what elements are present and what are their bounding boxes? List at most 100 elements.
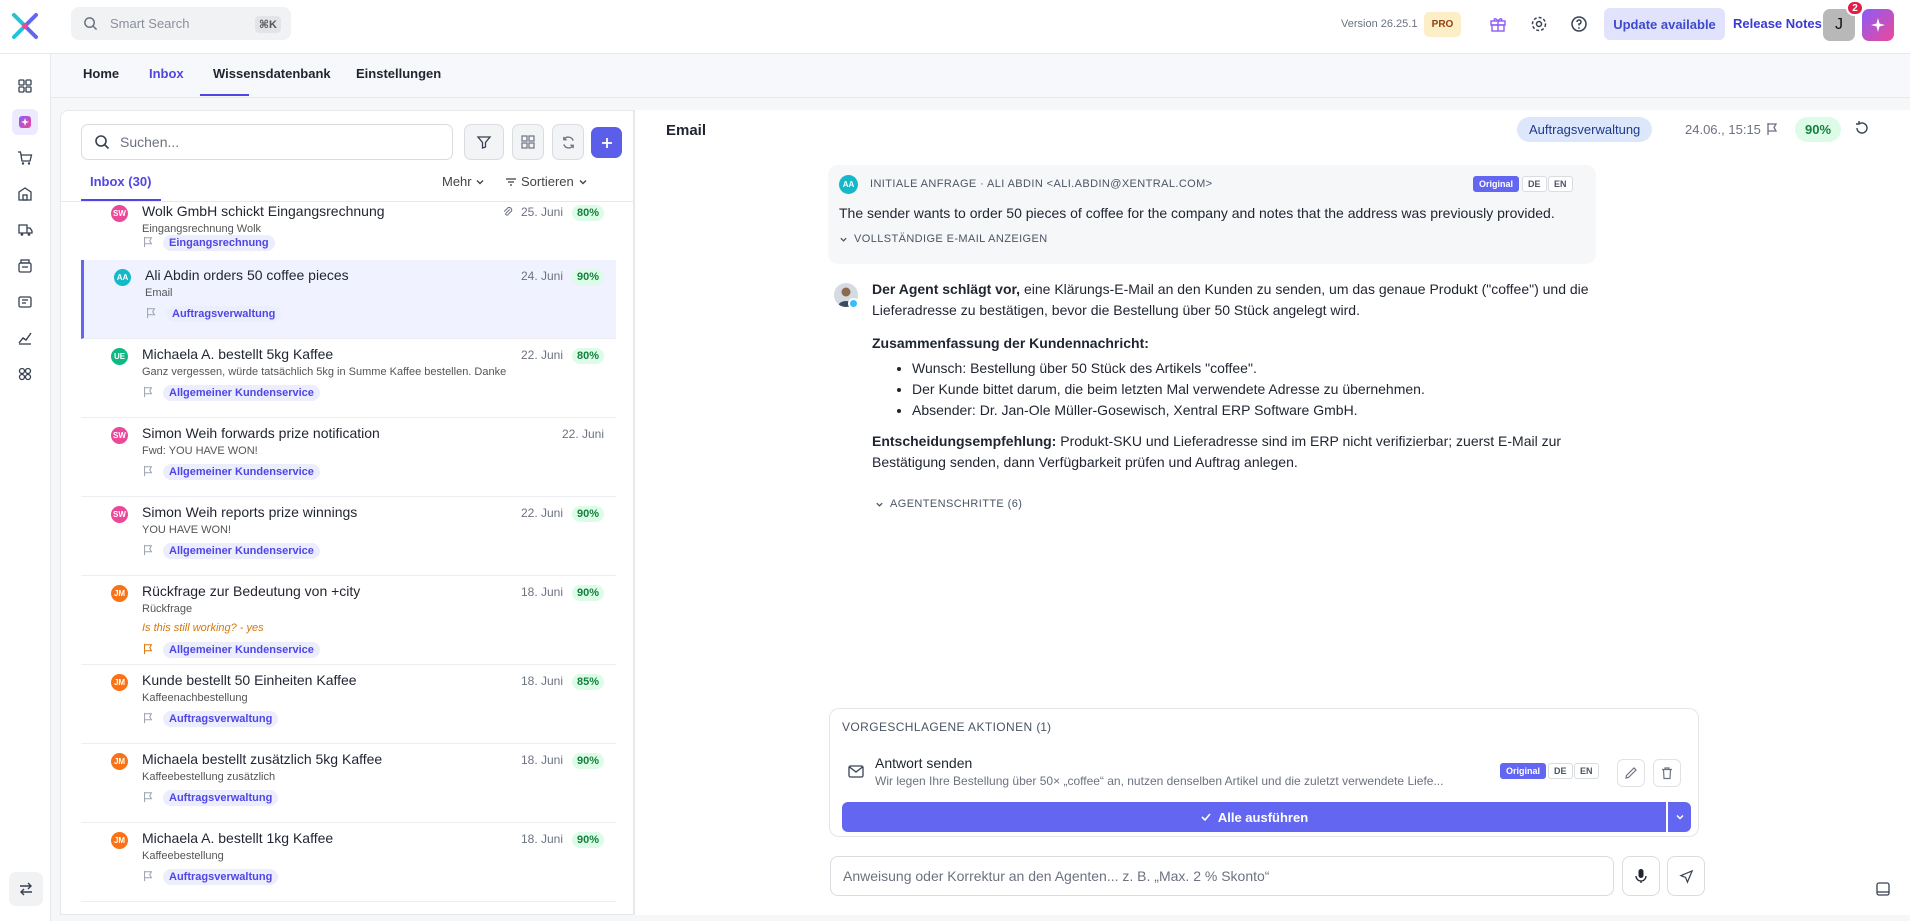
flag-icon[interactable] xyxy=(145,307,157,319)
update-available-button[interactable]: Update available xyxy=(1604,8,1725,40)
flag-icon[interactable] xyxy=(142,236,154,248)
status-badge: Auftragsverwaltung xyxy=(166,306,282,322)
panel-toggle-button[interactable] xyxy=(1868,874,1898,904)
category-tag[interactable]: Auftragsverwaltung xyxy=(1517,117,1653,142)
flag-icon[interactable] xyxy=(142,870,154,882)
show-full-email-label: VOLLSTÄNDIGE E-MAIL ANZEIGEN xyxy=(854,233,1048,245)
analytics-icon[interactable] xyxy=(12,325,38,351)
reset-icon[interactable] xyxy=(1854,120,1870,136)
item-subtitle: Fwd: YOU HAVE WON! xyxy=(142,445,258,457)
microphone-button[interactable] xyxy=(1622,856,1660,896)
list-item[interactable]: JM Rückfrage zur Bedeutung von +city 18. J… xyxy=(81,576,616,665)
list-item[interactable]: AA Ali Abdin orders 50 coffee pieces 24. J… xyxy=(81,260,616,339)
dashboard-icon[interactable] xyxy=(12,73,38,99)
avatar: UE xyxy=(111,348,128,365)
lang-en-button[interactable]: EN xyxy=(1548,176,1573,192)
filter-button[interactable] xyxy=(464,124,504,160)
gift-icon[interactable] xyxy=(1487,13,1509,35)
lang-de-button[interactable]: DE xyxy=(1522,176,1547,192)
suggested-actions-count: (1) xyxy=(1036,720,1051,734)
smart-search[interactable]: Smart Search ⌘K xyxy=(71,7,291,40)
item-title: Wolk GmbH schickt Eingangsrechnung xyxy=(142,203,385,219)
status-badge: Auftragsverwaltung xyxy=(163,790,279,806)
add-button[interactable] xyxy=(591,127,622,158)
agent-instruction-input[interactable]: Anweisung oder Korrektur an den Agenten.… xyxy=(830,856,1614,896)
gear-icon[interactable] xyxy=(1528,13,1550,35)
item-title: Simon Weih forwards prize notification xyxy=(142,425,380,441)
grid-view-button[interactable] xyxy=(512,124,544,160)
item-date: 18. Juni xyxy=(520,585,563,599)
tab-inbox[interactable]: Inbox xyxy=(149,66,184,81)
avatar: JM xyxy=(111,753,128,770)
edit-action-button[interactable] xyxy=(1617,759,1645,787)
flag-icon[interactable] xyxy=(142,712,154,724)
confidence-badge: 90% xyxy=(1795,117,1842,142)
lang-original-button[interactable]: Original xyxy=(1500,763,1547,779)
flag-icon[interactable] xyxy=(142,544,154,556)
flag-icon[interactable] xyxy=(142,643,154,655)
agent-steps-toggle[interactable]: AGENTENSCHRITTE (6) xyxy=(875,498,1022,510)
lang-de-button[interactable]: DE xyxy=(1548,763,1573,779)
main-nav: Home Inbox Wissensdatenbank Einstellunge… xyxy=(51,54,1910,98)
refresh-button[interactable] xyxy=(552,124,584,160)
item-title: Kunde bestellt 50 Einheiten Kaffee xyxy=(142,672,357,688)
lang-en-button[interactable]: EN xyxy=(1574,763,1599,779)
flag-icon[interactable] xyxy=(142,465,154,477)
release-notes-link[interactable]: Release Notes xyxy=(1733,16,1822,31)
list-item[interactable]: SW Simon Weih forwards prize notification… xyxy=(81,418,616,497)
flag-icon[interactable] xyxy=(142,386,154,398)
item-title: Rückfrage zur Bedeutung von +city xyxy=(142,583,361,599)
email-detail-pane: Email Auftragsverwaltung 24.06., 15:15 9… xyxy=(634,110,1910,915)
list-item[interactable]: UE Michaela A. bestellt 5kg Kaffee 22. Jun… xyxy=(81,339,616,418)
avatar: AA xyxy=(839,175,858,194)
paperclip-icon xyxy=(502,206,514,218)
suggested-actions-title: VORGESCHLAGENE AKTIONEN xyxy=(842,720,1033,734)
panel-icon xyxy=(1876,882,1890,896)
grid-icon xyxy=(521,135,535,149)
ai-assistant-button[interactable] xyxy=(1862,9,1894,41)
pos-icon[interactable] xyxy=(12,253,38,279)
list-item: Wunsch: Bestellung über 50 Stück des Art… xyxy=(912,358,1612,379)
list-item[interactable]: JM Michaela bestellt zusätzlich 5kg Kaffe… xyxy=(81,744,616,823)
more-dropdown[interactable]: Mehr xyxy=(442,174,485,189)
item-title: Michaela A. bestellt 1kg Kaffee xyxy=(142,830,334,846)
inbox-agent-icon[interactable] xyxy=(12,109,38,135)
app-logo[interactable] xyxy=(8,9,42,43)
item-subtitle: Kaffeebestellung zusätzlich xyxy=(142,771,276,783)
apps-icon[interactable] xyxy=(12,361,38,387)
inbox-search-input[interactable]: Suchen... xyxy=(81,124,453,160)
item-date: 18. Juni xyxy=(520,832,563,846)
cart-icon[interactable] xyxy=(12,145,38,171)
status-badge: Eingangsrechnung xyxy=(163,235,275,251)
tab-home[interactable]: Home xyxy=(83,66,119,81)
sort-dropdown[interactable]: Sortieren xyxy=(505,174,588,189)
list-item[interactable]: SW Wolk GmbH schickt Eingangsrechnung 25. … xyxy=(81,202,616,268)
show-full-email-toggle[interactable]: VOLLSTÄNDIGE E-MAIL ANZEIGEN xyxy=(839,233,1048,245)
flag-icon[interactable] xyxy=(142,791,154,803)
send-button[interactable] xyxy=(1667,856,1705,896)
list-item[interactable]: JM Kunde bestellt 50 Einheiten Kaffee 18. … xyxy=(81,665,616,744)
action-title: Antwort senden xyxy=(875,755,973,771)
switch-icon[interactable] xyxy=(9,872,43,906)
inbox-tab[interactable]: Inbox (30) xyxy=(90,174,151,189)
item-subtitle: Email xyxy=(145,287,173,299)
tab-einstellungen[interactable]: Einstellungen xyxy=(356,66,441,81)
trash-icon xyxy=(1662,767,1672,780)
item-date: 18. Juni xyxy=(520,674,563,688)
suggested-actions-card: VORGESCHLAGENE AKTIONEN (1) Antwort send… xyxy=(829,708,1699,837)
accounting-icon[interactable] xyxy=(12,289,38,315)
confidence-badge: 80% xyxy=(571,205,604,221)
list-item[interactable]: SW Simon Weih reports prize winnings 22. J… xyxy=(81,497,616,576)
lang-original-button[interactable]: Original xyxy=(1473,176,1520,192)
run-options-button[interactable] xyxy=(1668,802,1691,832)
flag-icon[interactable] xyxy=(1765,122,1779,136)
confidence-badge: 90% xyxy=(571,753,604,769)
warehouse-icon[interactable] xyxy=(12,181,38,207)
list-item[interactable]: JM Michaela A. bestellt 1kg Kaffee 18. Jun… xyxy=(81,823,616,902)
delete-action-button[interactable] xyxy=(1653,759,1681,787)
run-all-button[interactable]: Alle ausführen xyxy=(842,802,1666,832)
help-icon[interactable] xyxy=(1568,13,1590,35)
avatar: SW xyxy=(111,205,128,222)
shipping-icon[interactable] xyxy=(12,217,38,243)
tab-wissensdatenbank[interactable]: Wissensdatenbank xyxy=(213,66,331,81)
